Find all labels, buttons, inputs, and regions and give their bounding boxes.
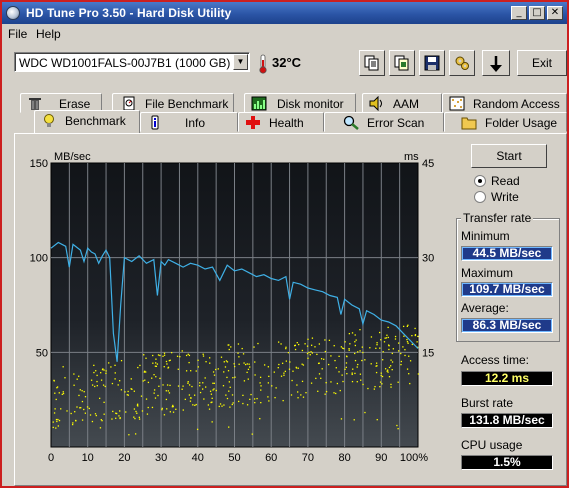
average-label: Average: [461, 301, 509, 315]
exit-button[interactable]: Exit [517, 50, 567, 76]
tab-disk-monitor-label: Disk monitor [277, 97, 344, 111]
random-access-icon [449, 96, 465, 111]
trash-icon [29, 98, 41, 110]
tab-info-label: Info [185, 116, 206, 130]
copy-info-icon [394, 55, 409, 71]
start-button[interactable]: Start [471, 144, 547, 168]
tab-file-benchmark-label: File Benchmark [145, 97, 229, 111]
toolbar: WDC WD1001FALS-00J7B1 (1000 GB) ▼ 32°C E… [2, 45, 567, 83]
tab-health-label: Health [269, 116, 304, 130]
options-icon [455, 56, 469, 70]
tab-info[interactable]: Info [140, 112, 238, 132]
menu-bar: File Help [2, 24, 567, 44]
tab-benchmark-label: Benchmark [65, 114, 126, 128]
tab-health[interactable]: Health [238, 112, 324, 132]
tab-erase-label: Erase [59, 97, 91, 111]
maximize-button[interactable]: □ [529, 6, 545, 20]
copy-button[interactable] [359, 50, 385, 76]
title-bar[interactable]: HD Tune Pro 3.50 - Hard Disk Utility _ □… [2, 2, 567, 24]
menu-file[interactable]: File [8, 27, 27, 41]
folder-icon [461, 117, 477, 130]
tab-folder-usage-label: Folder Usage [485, 116, 558, 130]
tab-folder-usage[interactable]: Folder Usage [444, 112, 567, 132]
transfer-rate-title: Transfer rate [461, 211, 534, 225]
speaker-icon [369, 96, 382, 111]
file-benchmark-icon [123, 96, 135, 111]
cpu-usage-label: CPU usage [461, 438, 523, 452]
thermometer-icon [259, 54, 267, 74]
health-cross-icon [246, 116, 260, 129]
magnifier-icon [343, 115, 359, 130]
tab-error-scan-label: Error Scan [367, 116, 425, 130]
burst-rate-value: 131.8 MB/sec [461, 413, 553, 428]
write-radio-circle[interactable] [474, 191, 486, 203]
tab-strip: Erase File Benchmark Disk monitor AAM Ra… [2, 90, 567, 134]
tab-aam-label: AAM [393, 97, 420, 111]
minimum-label: Minimum [461, 229, 510, 243]
menu-file-label: File [8, 27, 28, 41]
drive-select[interactable]: WDC WD1001FALS-00J7B1 (1000 GB) ▼ [14, 52, 250, 72]
tab-disk-monitor[interactable]: Disk monitor [244, 93, 356, 113]
maximum-value: 109.7 MB/sec [461, 282, 553, 297]
save-button[interactable] [419, 50, 445, 76]
bulb-icon [44, 114, 54, 127]
tab-aam[interactable]: AAM [362, 93, 442, 113]
drive-select-value: WDC WD1001FALS-00J7B1 (1000 GB) [19, 56, 231, 70]
read-radio-label: Read [491, 174, 520, 188]
options-button[interactable] [449, 50, 475, 76]
minimum-value: 44.5 MB/sec [461, 246, 553, 261]
minimize-button[interactable]: _ [511, 6, 527, 20]
copy-icon [364, 55, 379, 71]
tab-random-access[interactable]: Random Access [442, 93, 567, 113]
info-icon [151, 115, 159, 130]
menu-help-label: Help [36, 27, 61, 41]
save-icon [424, 55, 440, 71]
close-button[interactable]: ✕ [547, 6, 563, 20]
menu-help[interactable]: Help [36, 27, 61, 41]
copy-info-button[interactable] [389, 50, 415, 76]
burst-rate-label: Burst rate [461, 396, 514, 410]
read-radio-circle[interactable] [474, 175, 486, 187]
radio-selected-dot [478, 179, 482, 183]
write-radio-label: Write [491, 190, 519, 204]
access-time-label: Access time: [461, 353, 530, 367]
app-window: HD Tune Pro 3.50 - Hard Disk Utility _ □… [0, 0, 569, 488]
window-title: HD Tune Pro 3.50 - Hard Disk Utility [26, 6, 232, 20]
average-value: 86.3 MB/sec [461, 318, 553, 333]
down-arrow-icon [490, 56, 502, 72]
temperature-readout: 32°C [272, 55, 302, 70]
tab-error-scan[interactable]: Error Scan [324, 112, 444, 132]
cpu-usage-value: 1.5% [461, 455, 553, 470]
disk-monitor-icon [251, 96, 267, 111]
download-button[interactable] [482, 50, 510, 76]
access-time-value: 12.2 ms [461, 371, 553, 386]
maximum-label: Maximum [461, 266, 514, 280]
tab-random-access-label: Random Access [473, 97, 560, 111]
app-icon [6, 6, 20, 20]
tab-benchmark[interactable]: Benchmark [34, 110, 140, 133]
chevron-down-icon[interactable]: ▼ [233, 54, 248, 70]
